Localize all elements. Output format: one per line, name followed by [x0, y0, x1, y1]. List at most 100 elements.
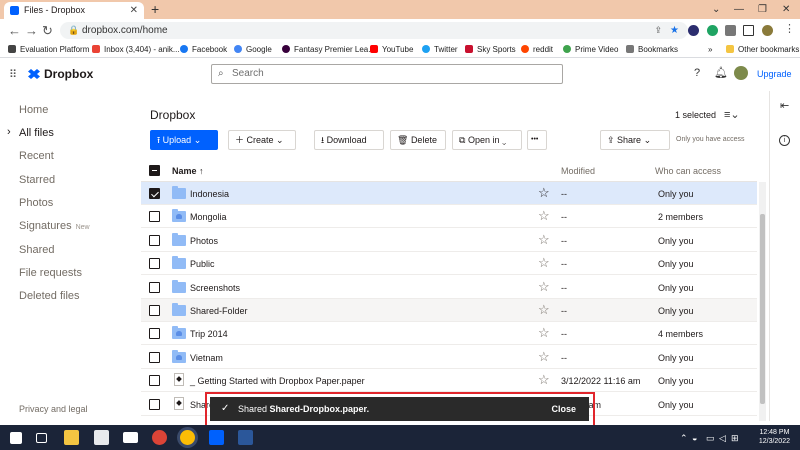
- file-name[interactable]: Trip 2014: [190, 329, 228, 339]
- sidebar-item-recent[interactable]: Recent: [19, 150, 54, 162]
- sidebar-item-signatures[interactable]: Signatures New: [19, 220, 90, 232]
- chrome-icon[interactable]: [152, 430, 167, 445]
- star-icon[interactable]: ☆: [538, 185, 550, 201]
- list-view-icon[interactable]: ≡⌄: [724, 108, 740, 121]
- word-icon[interactable]: [238, 430, 253, 445]
- share-page-icon[interactable]: ⇪: [654, 22, 662, 39]
- star-icon[interactable]: ☆: [538, 232, 550, 248]
- dropbox-taskbar-icon[interactable]: [209, 430, 224, 445]
- chrome-active-icon[interactable]: [180, 430, 195, 445]
- upload-button[interactable]: ⭱ Upload ⌄: [150, 130, 218, 150]
- star-icon[interactable]: ☆: [538, 208, 550, 224]
- scrollbar-thumb[interactable]: [760, 214, 765, 404]
- bookmark-item[interactable]: Inbox (3,404) - anik...: [92, 43, 180, 57]
- forward-icon[interactable]: →: [25, 22, 38, 39]
- tray-chevron-icon[interactable]: ⌃: [680, 433, 688, 444]
- bookmark-item[interactable]: Fantasy Premier Lea...: [282, 43, 375, 57]
- battery-icon[interactable]: ▭: [706, 433, 715, 444]
- sidebar-item-shared[interactable]: Shared: [19, 244, 54, 256]
- scrollbar[interactable]: [759, 182, 766, 421]
- privacy-link[interactable]: Privacy and legal: [19, 404, 88, 414]
- bookmark-item[interactable]: reddit: [521, 43, 553, 57]
- restore-icon[interactable]: ❐: [758, 0, 767, 19]
- row-checkbox[interactable]: [149, 188, 160, 199]
- bookmarks-overflow[interactable]: »: [708, 43, 712, 57]
- mail-icon[interactable]: [123, 432, 138, 443]
- sidebar-item-photos[interactable]: Photos: [19, 197, 53, 209]
- sidebar-item-file-requests[interactable]: File requests: [19, 267, 82, 279]
- browser-tab[interactable]: Files - Dropbox ✕: [4, 2, 144, 19]
- bookmark-item[interactable]: Prime Video: [563, 43, 618, 57]
- table-row[interactable]: _ Getting Started with Dropbox Paper.pap…: [141, 369, 757, 393]
- file-explorer-icon[interactable]: [64, 430, 79, 445]
- star-icon[interactable]: ☆: [538, 279, 550, 295]
- star-icon[interactable]: ☆: [538, 302, 550, 318]
- store-icon[interactable]: [94, 430, 109, 445]
- table-row[interactable]: Indonesia ☆ -- Only you: [141, 182, 757, 205]
- share-button[interactable]: ⇪ Share ⌄: [600, 130, 670, 150]
- account-avatar[interactable]: [734, 66, 748, 80]
- star-icon[interactable]: ☆: [538, 372, 550, 388]
- row-checkbox[interactable]: [149, 328, 160, 340]
- file-name[interactable]: _ Getting Started with Dropbox Paper.pap…: [190, 376, 365, 386]
- file-name[interactable]: Photos: [190, 236, 218, 246]
- file-name[interactable]: Indonesia: [190, 189, 229, 199]
- table-row[interactable]: Screenshots ☆ -- Only you: [141, 276, 757, 299]
- profile-avatar[interactable]: [762, 25, 773, 36]
- select-all-checkbox[interactable]: [149, 165, 160, 176]
- row-checkbox[interactable]: [149, 375, 160, 387]
- close-tab-icon[interactable]: ✕: [130, 2, 138, 19]
- puzzle-icon[interactable]: [725, 25, 736, 36]
- notification-bell-icon[interactable]: 🔔︎: [714, 66, 728, 79]
- address-bar[interactable]: 🔒 dropbox.com/home ⇪ ★: [60, 22, 688, 39]
- bookmark-item[interactable]: Evaluation Platform: [8, 43, 89, 57]
- star-icon[interactable]: ☆: [538, 349, 550, 365]
- collapse-panel-icon[interactable]: ⇤: [780, 99, 789, 112]
- create-button[interactable]: ＋ Create ⌄: [228, 130, 296, 150]
- extension-icon[interactable]: [688, 25, 699, 36]
- task-view-icon[interactable]: [36, 433, 47, 443]
- back-icon[interactable]: ←: [8, 22, 21, 39]
- row-checkbox[interactable]: [149, 398, 160, 410]
- column-modified[interactable]: Modified: [561, 166, 595, 176]
- file-name[interactable]: Public: [190, 259, 215, 269]
- star-icon[interactable]: ☆: [538, 255, 550, 271]
- search-input[interactable]: ⌕ Search: [211, 64, 563, 84]
- download-button[interactable]: ⭳ Download: [314, 130, 384, 150]
- column-name[interactable]: Name ↑: [172, 166, 204, 176]
- row-checkbox[interactable]: [149, 351, 160, 363]
- file-name[interactable]: Screenshots: [190, 283, 240, 293]
- reload-icon[interactable]: ↻: [42, 22, 53, 39]
- other-bookmarks[interactable]: Other bookmarks: [726, 43, 799, 57]
- language-icon[interactable]: ⊞: [731, 433, 739, 444]
- extension-icon[interactable]: [707, 25, 718, 36]
- toast-close-button[interactable]: Close: [551, 397, 576, 421]
- sidebar-item-starred[interactable]: Starred: [19, 174, 55, 186]
- network-icon[interactable]: ◒: [692, 433, 697, 443]
- table-row[interactable]: Vietnam ☆ -- Only you: [141, 346, 757, 369]
- bookmark-item[interactable]: Twitter: [422, 43, 458, 57]
- row-checkbox[interactable]: [149, 258, 160, 270]
- info-icon[interactable]: i: [779, 135, 790, 146]
- windows-start-icon[interactable]: [10, 432, 22, 444]
- file-name[interactable]: Vietnam: [190, 353, 223, 363]
- row-checkbox[interactable]: [149, 305, 160, 316]
- file-name[interactable]: Shared-Folder: [190, 306, 248, 316]
- table-row[interactable]: Photos ☆ -- Only you: [141, 229, 757, 252]
- open-in-button[interactable]: ⧉ Open in ⌄: [452, 130, 522, 150]
- upgrade-link[interactable]: Upgrade: [757, 69, 792, 79]
- bookmark-item[interactable]: Bookmarks: [626, 43, 678, 57]
- table-row[interactable]: Mongolia ☆ -- 2 members: [141, 205, 757, 229]
- help-icon[interactable]: ?: [694, 67, 700, 79]
- minimize-icon[interactable]: —: [734, 0, 744, 19]
- bookmark-item[interactable]: Facebook: [180, 43, 227, 57]
- table-row[interactable]: Trip 2014 ☆ -- 4 members: [141, 322, 757, 346]
- clock[interactable]: 12:48 PM 12/3/2022: [759, 428, 790, 446]
- table-row[interactable]: Shared-Folder ☆ -- Only you: [141, 299, 757, 322]
- row-checkbox[interactable]: [149, 234, 160, 246]
- volume-icon[interactable]: ◁: [719, 433, 726, 444]
- row-checkbox[interactable]: [149, 281, 160, 293]
- column-access[interactable]: Who can access: [655, 166, 721, 176]
- sidebar-item-all-files[interactable]: All files: [19, 127, 54, 139]
- window-close-icon[interactable]: ✕: [782, 0, 790, 19]
